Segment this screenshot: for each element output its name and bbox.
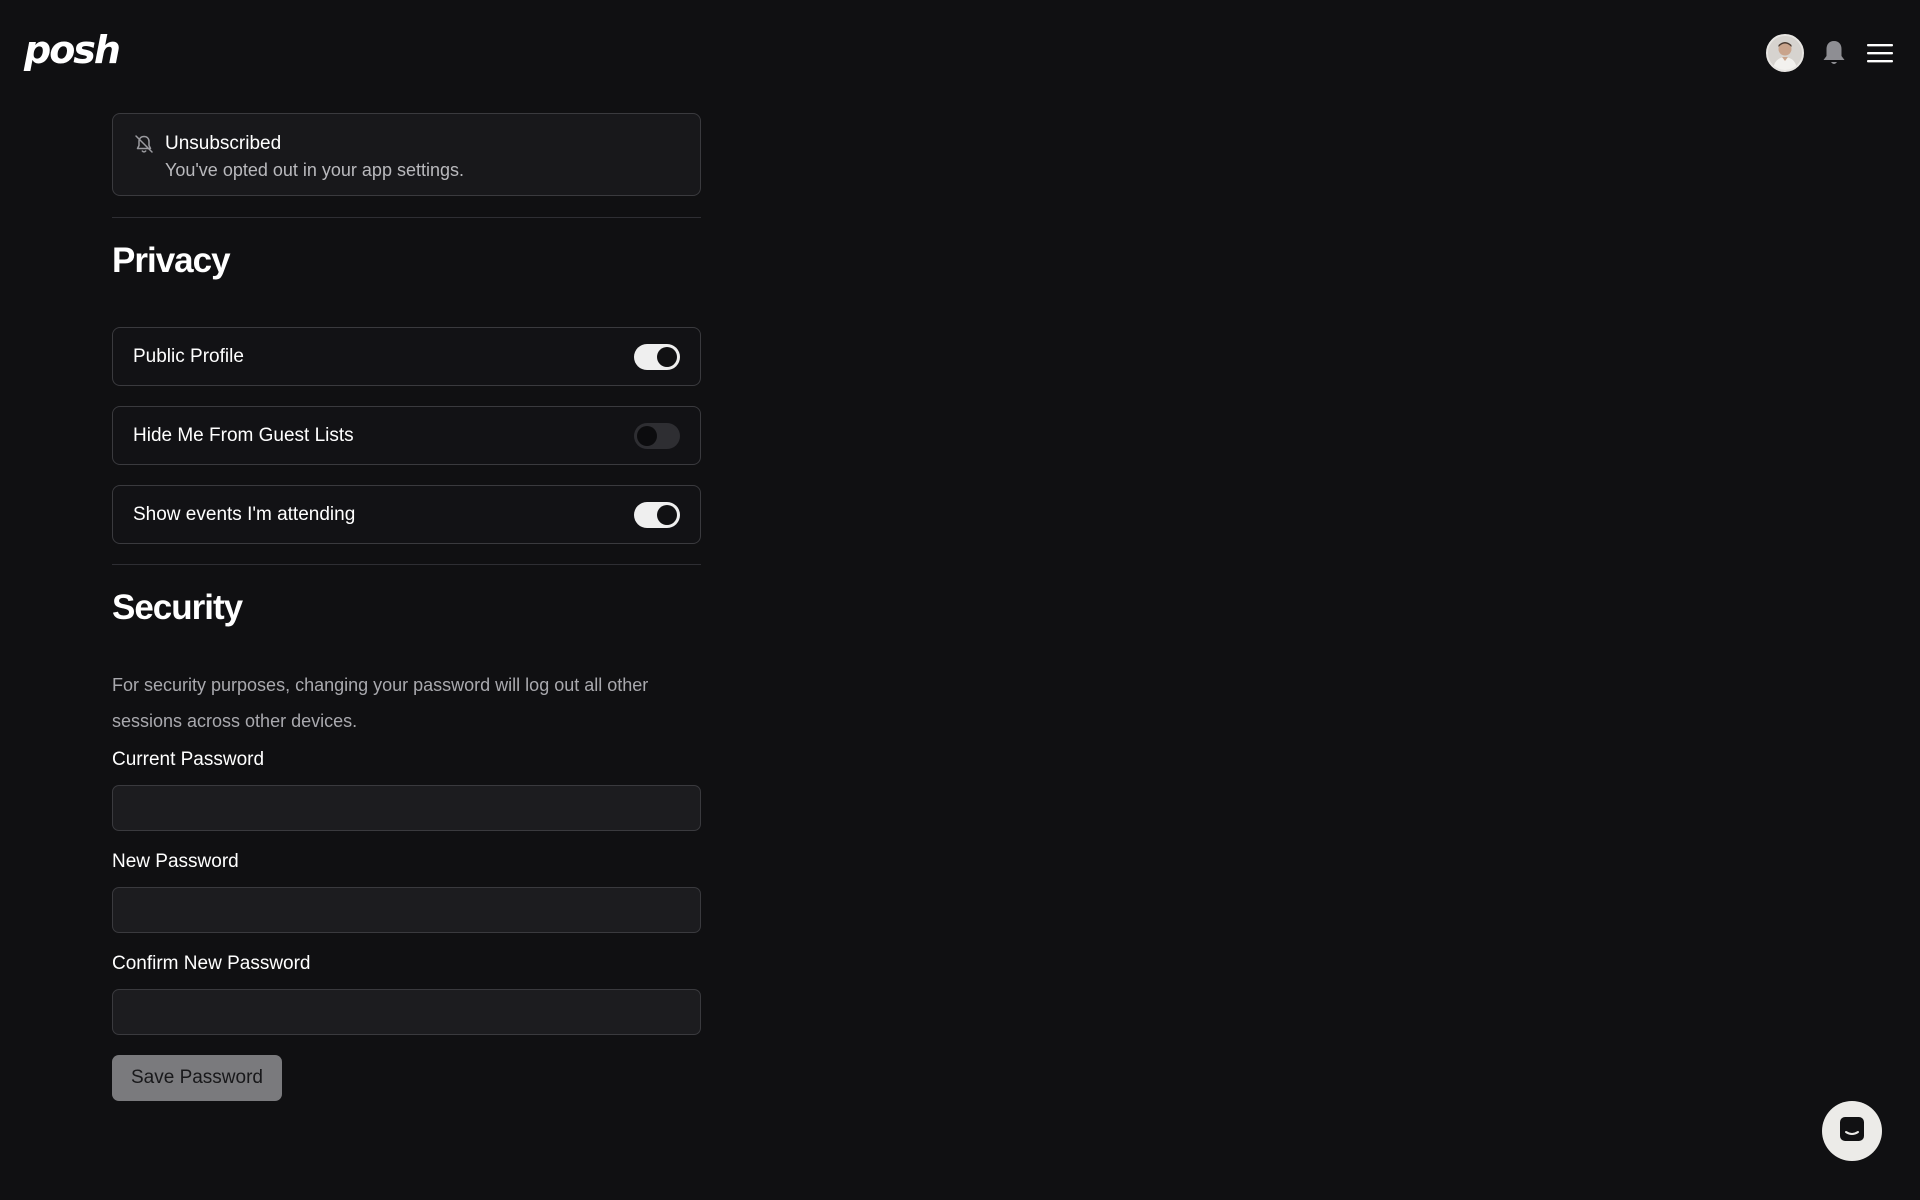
confirm-password-input[interactable] [112, 989, 701, 1035]
new-password-label: New Password [112, 851, 239, 872]
posh-logo[interactable]: posh [24, 28, 121, 72]
header-actions [1766, 34, 1896, 72]
toggle-label-show-events-attending: Show events I'm attending [133, 503, 356, 525]
bell-icon[interactable] [1818, 37, 1850, 69]
settings-content: Unsubscribed You've opted out in your ap… [112, 113, 701, 1101]
toggle-knob [657, 504, 677, 525]
security-description: For security purposes, changing your pas… [112, 675, 649, 731]
notice-title: Unsubscribed [165, 133, 282, 154]
current-password-input[interactable] [112, 785, 701, 831]
toggle-row-public-profile: Public Profile [112, 327, 701, 386]
bell-off-icon [133, 133, 155, 155]
public-profile-toggle[interactable] [634, 343, 680, 370]
chat-launcher-button[interactable] [1822, 1101, 1882, 1161]
show-events-attending-toggle[interactable] [634, 501, 680, 528]
security-title: Security [112, 588, 243, 627]
notification-status-card: Unsubscribed You've opted out in your ap… [112, 113, 701, 196]
toggle-knob [637, 425, 657, 446]
divider [112, 564, 701, 565]
avatar[interactable] [1766, 34, 1804, 72]
toggle-label-public-profile: Public Profile [133, 345, 244, 367]
new-password-input[interactable] [112, 887, 701, 933]
toggle-knob [657, 346, 677, 367]
privacy-title: Privacy [112, 241, 231, 280]
toggle-label-hide-from-guest-lists: Hide Me From Guest Lists [133, 424, 354, 446]
current-password-label: Current Password [112, 749, 265, 770]
privacy-toggle-list: Public Profile Hide Me From Guest Lists … [112, 327, 701, 544]
toggle-row-show-events-attending: Show events I'm attending [112, 485, 701, 544]
chat-icon [1838, 1115, 1866, 1148]
top-bar: posh [0, 0, 1920, 105]
toggle-row-hide-from-guest-lists: Hide Me From Guest Lists [112, 406, 701, 465]
save-password-button[interactable]: Save Password [112, 1055, 282, 1101]
divider [112, 217, 701, 218]
hamburger-menu-icon[interactable] [1864, 37, 1896, 69]
hide-from-guest-lists-toggle[interactable] [634, 422, 680, 449]
confirm-password-label: Confirm New Password [112, 953, 311, 974]
notice-text: You've opted out in your app settings. [165, 160, 464, 180]
